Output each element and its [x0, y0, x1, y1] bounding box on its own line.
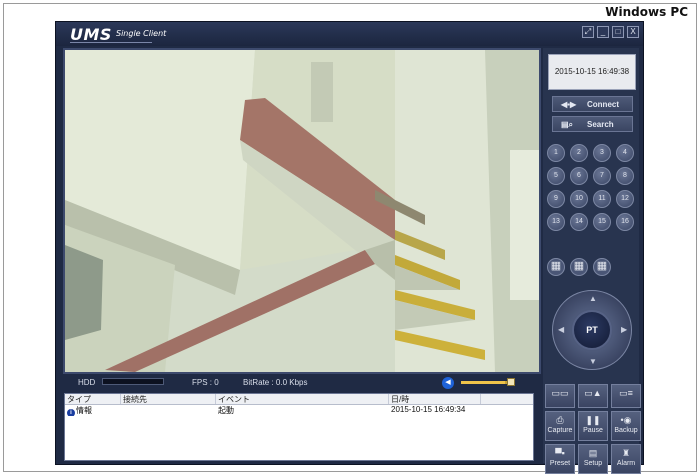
ptz-down-icon[interactable]: ▼: [589, 357, 597, 366]
alarm-label: Alarm: [616, 460, 636, 467]
channel-button-10[interactable]: 10: [570, 190, 588, 208]
connect-icon: ◀▪▶: [561, 100, 577, 109]
close-button[interactable]: X: [627, 26, 639, 38]
preset-button[interactable]: ▀▪ Preset: [545, 444, 575, 474]
capture-icon: ⎙: [556, 415, 564, 425]
maximize-button[interactable]: □: [612, 26, 624, 38]
connect-button[interactable]: ◀▪▶ Connect: [552, 96, 633, 112]
channel-button-9[interactable]: 9: [547, 190, 565, 208]
preset-icon: ▀▪: [555, 448, 565, 458]
view-mode-c-button[interactable]: ▭≡: [611, 384, 641, 408]
volume-slider[interactable]: [461, 381, 513, 384]
channel-button-1[interactable]: 1: [547, 144, 565, 162]
channel-button-8[interactable]: 8: [616, 167, 634, 185]
pause-label: Pause: [583, 427, 603, 434]
video-view[interactable]: [63, 48, 541, 374]
channel-button-15[interactable]: 15: [593, 213, 611, 231]
pause-button[interactable]: ❚❚ Pause: [578, 411, 608, 441]
column-header-datetime[interactable]: 日/時: [389, 394, 481, 404]
split-layout-buttons: ▦ ▦ ▦: [547, 258, 611, 276]
connect-label: Connect: [587, 100, 619, 109]
search-label: Search: [587, 120, 614, 129]
event-log-table: タイプ 接続先 イベント 日/時 i 情報 起動 2015-10-15 16:49…: [64, 393, 534, 461]
volume-slider-handle[interactable]: [507, 378, 515, 386]
fullscreen-button[interactable]: ⤢: [582, 26, 594, 38]
channel-button-16[interactable]: 16: [616, 213, 634, 231]
platform-label: Windows PC: [605, 5, 688, 19]
split-16-icon[interactable]: ▦: [593, 258, 611, 276]
capture-label: Capture: [547, 427, 573, 434]
log-event-cell: 起動: [218, 406, 234, 415]
channel-button-4[interactable]: 4: [616, 144, 634, 162]
column-header-connection[interactable]: 接続先: [121, 394, 216, 404]
channel-button-2[interactable]: 2: [570, 144, 588, 162]
event-log-header: タイプ 接続先 イベント 日/時: [65, 394, 533, 405]
channel-button-3[interactable]: 3: [593, 144, 611, 162]
channel-button-6[interactable]: 6: [570, 167, 588, 185]
status-bar: HDD FPS : 0 BitRate : 0.0 Kbps ◀: [63, 376, 541, 390]
bitrate-readout: BitRate : 0.0 Kbps: [243, 378, 308, 387]
column-header-event[interactable]: イベント: [216, 394, 389, 404]
log-connection-cell: [121, 405, 216, 416]
channel-buttons: 1 2 3 4 5 6 7 8 9 10 11 12 13 14 15 16: [547, 144, 639, 231]
alarm-icon: ♜: [621, 448, 631, 458]
hdd-usage-bar: [102, 378, 164, 385]
channel-button-12[interactable]: 12: [616, 190, 634, 208]
view-mode-a-icon: ▭▭: [551, 388, 569, 398]
title-bar[interactable]: UMS Single Client ⤢ _ □ X: [56, 22, 643, 46]
log-datetime-cell: 2015-10-15 16:49:34: [391, 405, 466, 414]
log-type-cell: i 情報: [65, 405, 121, 416]
ptz-center-button[interactable]: PT: [572, 310, 612, 350]
minimize-button[interactable]: _: [597, 26, 609, 38]
backup-label: Backup: [614, 427, 638, 434]
current-datetime: 2015-10-15 16:49:38: [548, 54, 636, 90]
control-panel: 2015-10-15 16:49:38 ◀▪▶ Connect ▤⌕ Searc…: [543, 48, 641, 474]
ptz-up-icon[interactable]: ▲: [589, 294, 597, 303]
alarm-button[interactable]: ♜ Alarm: [611, 444, 641, 474]
column-header-type[interactable]: タイプ: [65, 394, 121, 404]
ptz-left-icon[interactable]: ◀: [558, 325, 564, 334]
channel-button-14[interactable]: 14: [570, 213, 588, 231]
split-9-icon[interactable]: ▦: [570, 258, 588, 276]
app-logo-subtitle: Single Client: [116, 29, 167, 38]
setup-icon: ▤: [588, 448, 598, 458]
hdd-label: HDD: [78, 378, 96, 387]
pause-icon: ❚❚: [585, 415, 601, 425]
channel-button-7[interactable]: 7: [593, 167, 611, 185]
log-type-text: 情報: [76, 406, 92, 415]
search-icon: ▤⌕: [561, 120, 574, 129]
backup-icon: •◉: [620, 415, 632, 425]
camera-feed-image: [65, 50, 539, 372]
volume-fill: [461, 381, 506, 384]
channel-button-11[interactable]: 11: [593, 190, 611, 208]
logo-underline: [70, 42, 152, 43]
fps-readout: FPS : 0: [192, 378, 219, 387]
ptz-control[interactable]: ▲ ▼ ◀ ▶ PT: [552, 290, 632, 370]
window-controls: ⤢ _ □ X: [582, 26, 639, 38]
setup-button[interactable]: ▤ Setup: [578, 444, 608, 474]
setup-label: Setup: [583, 460, 603, 467]
ums-app-window: UMS Single Client ⤢ _ □ X HDD FPS: 0 Bi…: [55, 21, 644, 474]
view-mode-a-button[interactable]: ▭▭: [545, 384, 575, 408]
table-row[interactable]: i 情報 起動 2015-10-15 16:49:34: [65, 405, 533, 416]
view-mode-b-icon: ▭▲: [584, 388, 602, 398]
backup-button[interactable]: •◉ Backup: [611, 411, 641, 441]
split-4-icon[interactable]: ▦: [547, 258, 565, 276]
info-icon: i: [67, 409, 75, 416]
view-mode-b-button[interactable]: ▭▲: [578, 384, 608, 408]
action-buttons: ▭▭ ▭▲ ▭≡ ⎙ Capture ❚❚ Pause •◉ Backup ▀▪ Preset ▤ Se…: [545, 384, 641, 474]
preset-label: Preset: [549, 460, 571, 467]
channel-button-13[interactable]: 13: [547, 213, 565, 231]
ptz-right-icon[interactable]: ▶: [621, 325, 627, 334]
capture-button[interactable]: ⎙ Capture: [545, 411, 575, 441]
channel-button-5[interactable]: 5: [547, 167, 565, 185]
search-button[interactable]: ▤⌕ Search: [552, 116, 633, 132]
view-mode-c-icon: ▭≡: [619, 388, 633, 398]
speaker-icon[interactable]: ◀: [442, 377, 454, 389]
